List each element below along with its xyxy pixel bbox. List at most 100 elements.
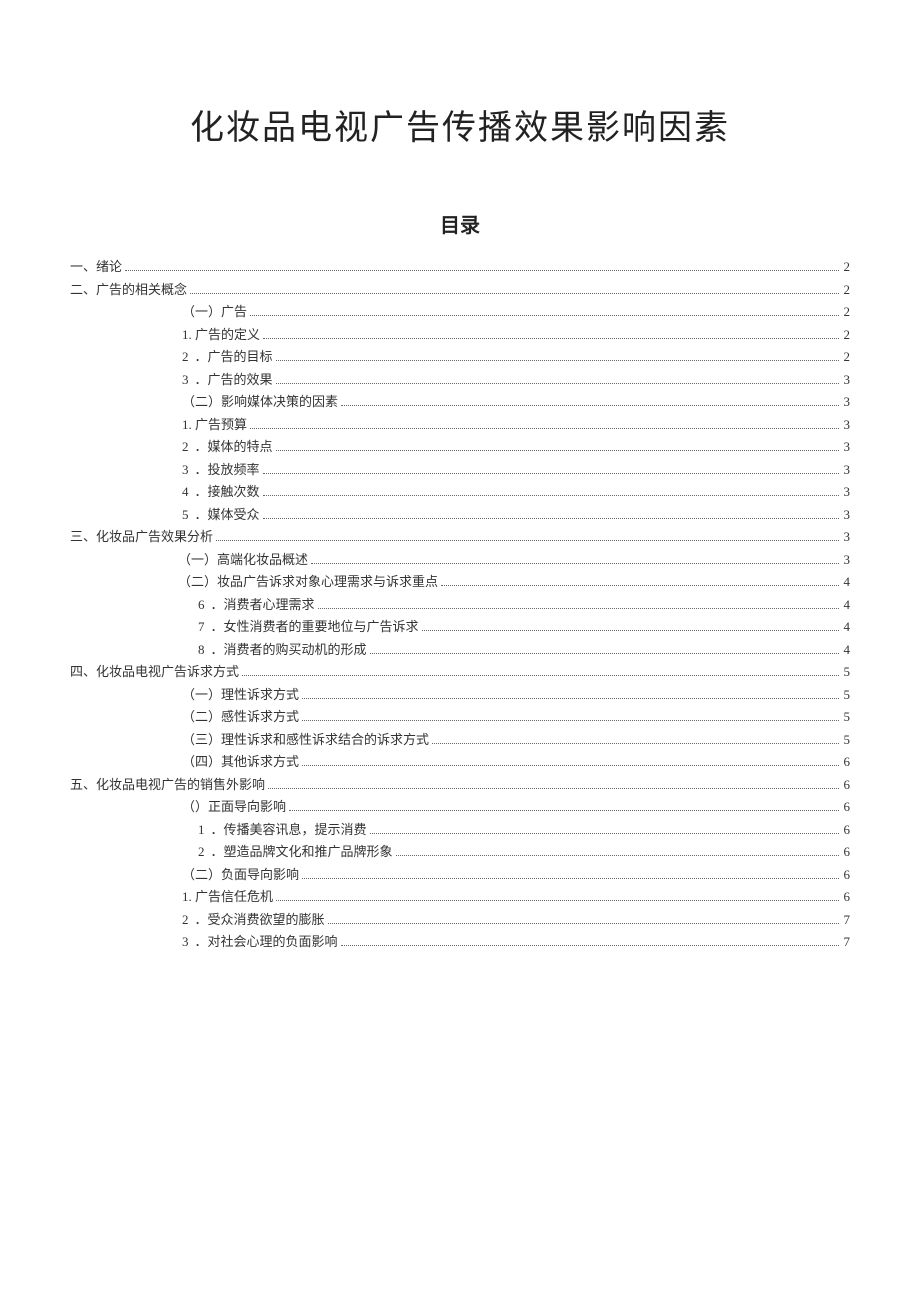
- toc-entry-label: （二）妆品广告诉求对象心理需求与诉求重点: [178, 575, 438, 588]
- toc-entry: 1. 广告的定义 2: [70, 328, 850, 342]
- toc-entry-label: 一、绪论: [70, 260, 122, 273]
- toc-leader-dots: [263, 473, 839, 474]
- toc-entry: 2．塑造品牌文化和推广品牌形象 6: [70, 845, 850, 859]
- toc-entry-page: 3: [842, 395, 851, 408]
- toc-entry-page: 6: [842, 845, 851, 858]
- toc-entry-page: 2: [842, 328, 851, 341]
- toc-entry-label: ．传播美容讯息，提示消费: [211, 823, 367, 836]
- toc-entry: 8．消费者的购买动机的形成 4: [70, 643, 850, 657]
- toc-entry: 5．媒体受众3: [70, 508, 850, 522]
- toc-entry-number: 3: [182, 935, 195, 948]
- toc-leader-dots: [276, 450, 839, 451]
- toc-leader-dots: [276, 360, 839, 361]
- toc-leader-dots: [422, 630, 839, 631]
- toc-entry-number: 1: [198, 823, 211, 836]
- table-of-contents: 一、绪论2二、广告的相关概念2（一）广告21. 广告的定义22．广告的目标23．…: [70, 260, 850, 949]
- toc-entry: （四）其他诉求方式6: [70, 755, 850, 769]
- toc-leader-dots: [263, 518, 839, 519]
- toc-entry-page: 7: [842, 935, 851, 948]
- toc-entry-label: ．女性消费者的重要地位与广告诉求: [211, 620, 419, 633]
- toc-leader-dots: [432, 743, 838, 744]
- toc-leader-dots: [341, 945, 839, 946]
- toc-leader-dots: [341, 405, 838, 406]
- toc-entry-number: 3: [182, 463, 195, 476]
- toc-entry-page: 3: [842, 553, 851, 566]
- toc-leader-dots: [370, 833, 839, 834]
- toc-entry-page: 6: [842, 778, 851, 791]
- toc-entry: 7．女性消费者的重要地位与广告诉求4: [70, 620, 850, 634]
- toc-entry-label: （二）感性诉求方式: [182, 710, 299, 723]
- toc-entry: （）正面导向影响 6: [70, 800, 850, 814]
- toc-entry-page: 3: [842, 508, 851, 521]
- toc-entry-page: 5: [842, 688, 851, 701]
- toc-entry: 4．接触次数3: [70, 485, 850, 499]
- toc-entry-page: 4: [842, 598, 851, 611]
- toc-leader-dots: [216, 540, 838, 541]
- document-page: 化妆品电视广告传播效果影响因素 目录 一、绪论2二、广告的相关概念2（一）广告2…: [0, 0, 920, 1301]
- toc-entry: 6．消费者心理需求4: [70, 598, 850, 612]
- toc-entry-page: 3: [842, 485, 851, 498]
- toc-entry-label: （一）高端化妆品概述: [178, 553, 308, 566]
- toc-entry-number: 2: [182, 440, 195, 453]
- toc-entry-label: ．受众消费欲望的膨胀: [195, 913, 325, 926]
- toc-entry-label: ．投放频率: [195, 463, 260, 476]
- toc-entry-number: 2: [182, 913, 195, 926]
- toc-entry-page: 2: [842, 305, 851, 318]
- toc-entry-page: 7: [842, 913, 851, 926]
- toc-leader-dots: [311, 563, 838, 564]
- toc-leader-dots: [302, 698, 838, 699]
- toc-entry-page: 5: [842, 710, 851, 723]
- toc-entry-label: ．广告的目标: [195, 350, 273, 363]
- toc-entry-label: 五、化妆品电视广告的销售外影响: [70, 778, 265, 791]
- toc-entry: （二）影响媒体决策的因素3: [70, 395, 850, 409]
- toc-entry-label: ．消费者的购买动机的形成: [211, 643, 367, 656]
- toc-entry: 三、化妆品广告效果分析3: [70, 530, 850, 544]
- toc-entry: 1．传播美容讯息，提示消费 6: [70, 823, 850, 837]
- toc-leader-dots: [370, 653, 839, 654]
- toc-entry: （一）高端化妆品概述 3: [70, 553, 850, 567]
- toc-entry-number: 2: [198, 845, 211, 858]
- toc-leader-dots: [125, 270, 838, 271]
- toc-entry: （二）感性诉求方式 5: [70, 710, 850, 724]
- toc-entry: 1. 广告信任危机6: [70, 890, 850, 904]
- toc-entry-number: 4: [182, 485, 195, 498]
- toc-entry: （一）理性诉求方式5: [70, 688, 850, 702]
- toc-entry-page: 3: [842, 440, 851, 453]
- toc-entry-page: 2: [842, 260, 851, 273]
- toc-entry-page: 4: [842, 643, 851, 656]
- toc-leader-dots: [302, 878, 838, 879]
- toc-entry-number: 6: [198, 598, 211, 611]
- toc-entry-page: 6: [842, 868, 851, 881]
- toc-leader-dots: [441, 585, 838, 586]
- toc-entry-page: 6: [842, 800, 851, 813]
- toc-entry-page: 4: [842, 620, 851, 633]
- toc-entry: 2．广告的目标2: [70, 350, 850, 364]
- toc-entry-label: （三）理性诉求和感性诉求结合的诉求方式: [182, 733, 429, 746]
- toc-entry: （二）负面导向影响6: [70, 868, 850, 882]
- toc-entry-number: 2: [182, 350, 195, 363]
- toc-entry: （二）妆品广告诉求对象心理需求与诉求重点4: [70, 575, 850, 589]
- toc-entry-label: 1. 广告预算: [182, 418, 247, 431]
- toc-entry: 3．对社会心理的负面影响7: [70, 935, 850, 949]
- toc-leader-dots: [190, 293, 838, 294]
- toc-entry-page: 3: [842, 463, 851, 476]
- toc-entry-page: 5: [842, 665, 851, 678]
- toc-entry-label: ．塑造品牌文化和推广品牌形象: [211, 845, 393, 858]
- toc-leader-dots: [318, 608, 839, 609]
- toc-entry-page: 6: [842, 755, 851, 768]
- toc-entry: 四、化妆品电视广告诉求方式5: [70, 665, 850, 679]
- toc-entry: （一）广告2: [70, 305, 850, 319]
- toc-entry-page: 6: [842, 823, 851, 836]
- document-title: 化妆品电视广告传播效果影响因素: [70, 100, 850, 149]
- toc-entry-page: 2: [842, 350, 851, 363]
- toc-entry: 2．媒体的特点3: [70, 440, 850, 454]
- toc-heading: 目录: [70, 209, 850, 238]
- toc-entry-number: 8: [198, 643, 211, 656]
- toc-entry-label: 1. 广告的定义: [182, 328, 260, 341]
- toc-leader-dots: [250, 428, 838, 429]
- toc-leader-dots: [250, 315, 838, 316]
- toc-entry-page: 6: [842, 890, 851, 903]
- toc-leader-dots: [276, 900, 838, 901]
- toc-entry-label: （）正面导向影响: [182, 800, 286, 813]
- toc-leader-dots: [263, 338, 838, 339]
